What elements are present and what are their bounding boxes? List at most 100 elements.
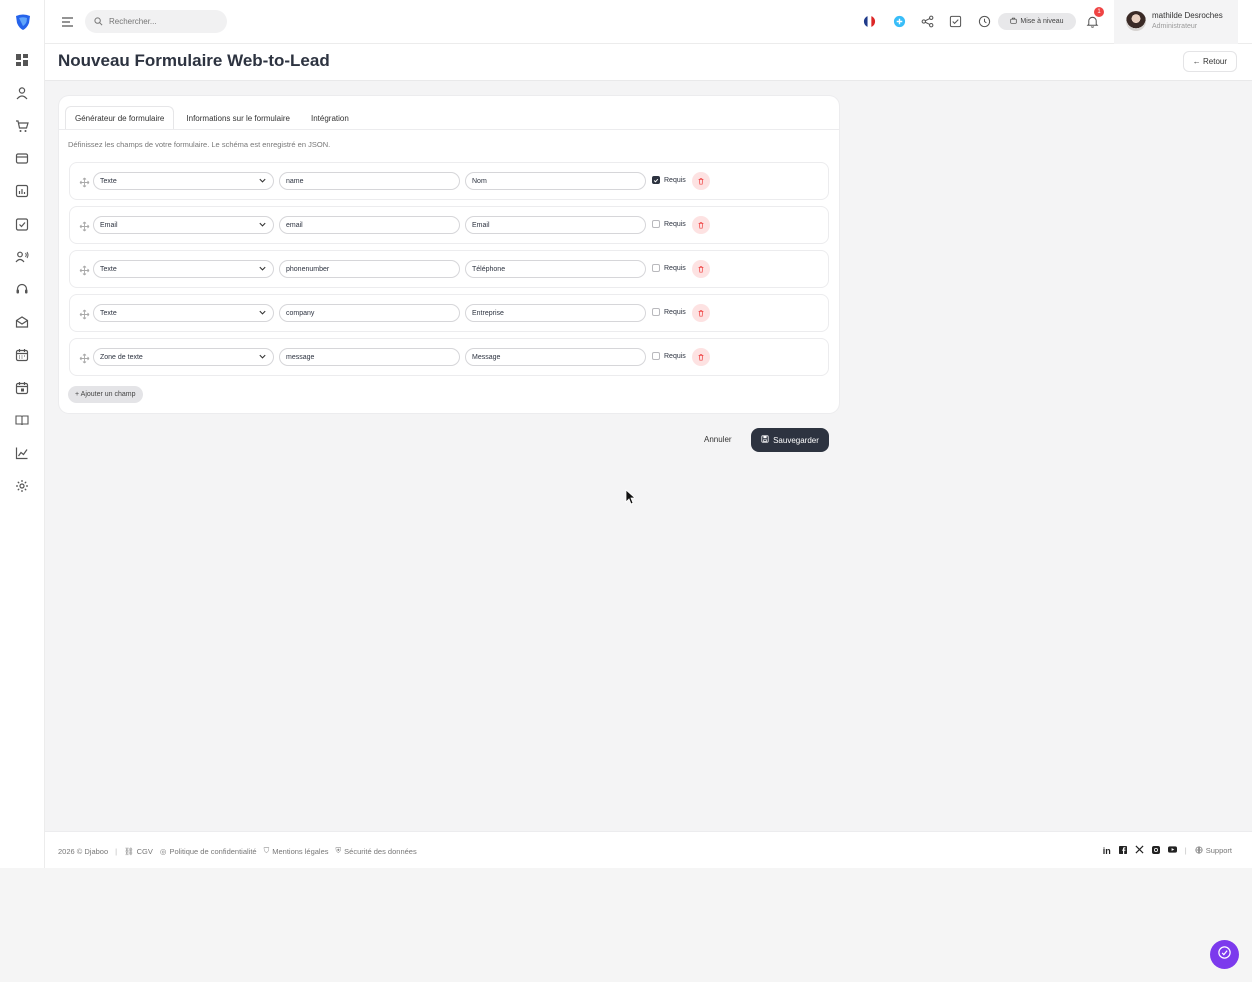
drag-handle-icon[interactable] xyxy=(79,175,90,188)
search-input[interactable] xyxy=(109,17,219,26)
page-background xyxy=(0,868,1252,982)
field-name-input[interactable]: phonenumber xyxy=(279,260,460,278)
drag-handle-icon[interactable] xyxy=(79,263,90,276)
cgv-link[interactable]: ⛓ CGV xyxy=(124,847,153,856)
cgv-label: CGV xyxy=(136,846,153,856)
wallet-icon[interactable] xyxy=(13,149,31,167)
chevron-down-icon xyxy=(258,264,267,275)
back-button[interactable]: ← Retour xyxy=(1182,51,1237,72)
assistant-fab-button[interactable] xyxy=(1210,940,1239,969)
required-checkbox[interactable] xyxy=(652,176,660,184)
field-label-input[interactable]: Téléphone xyxy=(465,260,646,278)
required-label: Requis xyxy=(664,220,686,228)
clock-icon[interactable] xyxy=(977,14,991,28)
leads-icon[interactable] xyxy=(13,248,31,266)
required-checkbox[interactable] xyxy=(652,220,660,228)
footer: 2026 © Djaboo | ⛓ CGV ◎ Politique de confi… xyxy=(45,831,1252,868)
book-icon[interactable] xyxy=(13,411,31,429)
tab-form-info[interactable]: Informations sur le formulaire xyxy=(177,106,299,130)
required-toggle[interactable]: Requis xyxy=(652,176,686,184)
field-type-select[interactable]: Email xyxy=(93,216,274,234)
app-window: Mise à niveau 1 mathilde Desroches Admin… xyxy=(0,0,1252,868)
security-link[interactable]: ⛨ Sécurité des données xyxy=(336,846,417,856)
legal-label: Mentions légales xyxy=(272,846,329,856)
required-checkbox[interactable] xyxy=(652,308,660,316)
privacy-label: Politique de confidentialité xyxy=(169,846,257,856)
delete-field-button[interactable] xyxy=(692,348,710,366)
task-icon[interactable] xyxy=(13,215,31,233)
required-checkbox[interactable] xyxy=(652,264,660,272)
delete-field-button[interactable] xyxy=(692,216,710,234)
upgrade-button[interactable]: Mise à niveau xyxy=(998,13,1076,30)
save-label: Sauvegarder xyxy=(773,435,819,445)
privacy-link[interactable]: ◎ Politique de confidentialité xyxy=(160,847,257,856)
required-label: Requis xyxy=(664,264,686,272)
linkedin-icon[interactable]: in xyxy=(1103,846,1111,856)
add-circle-icon[interactable] xyxy=(892,14,906,28)
cancel-button[interactable]: Annuler xyxy=(699,429,737,450)
required-toggle[interactable]: Requis xyxy=(652,352,686,360)
field-type-select[interactable]: Texte xyxy=(93,172,274,190)
support-label: Support xyxy=(1205,846,1232,855)
menu-toggle-icon[interactable] xyxy=(61,15,75,29)
save-button[interactable]: Sauvegarder xyxy=(751,428,829,452)
delete-field-button[interactable] xyxy=(692,260,710,278)
trash-icon xyxy=(697,172,705,190)
required-toggle[interactable]: Requis xyxy=(652,220,686,228)
calendar-icon[interactable] xyxy=(13,346,31,364)
required-label: Requis xyxy=(664,352,686,360)
handshake-icon: ⛓ xyxy=(124,846,134,856)
field-type-value: Texte xyxy=(100,309,117,317)
report-icon[interactable] xyxy=(13,182,31,200)
share-icon[interactable] xyxy=(920,14,934,28)
facebook-icon[interactable] xyxy=(1118,845,1127,856)
field-name-input[interactable]: email xyxy=(279,216,460,234)
field-name-input[interactable]: company xyxy=(279,304,460,322)
cart-icon[interactable] xyxy=(13,117,31,135)
delete-field-button[interactable] xyxy=(692,172,710,190)
dashboard-icon[interactable] xyxy=(13,51,31,69)
youtube-icon[interactable] xyxy=(1167,845,1177,856)
field-label-input[interactable]: Nom xyxy=(465,172,646,190)
footer-separator: | xyxy=(115,846,118,856)
support-link[interactable]: Support xyxy=(1195,845,1232,856)
legal-link[interactable]: ⛉ Mentions légales xyxy=(264,846,329,856)
required-toggle[interactable]: Requis xyxy=(652,308,686,316)
field-label-input[interactable]: Message xyxy=(465,348,646,366)
field-label-input[interactable]: Entreprise xyxy=(465,304,646,322)
field-row: Zone de texte message Message Requis xyxy=(69,338,829,376)
field-type-select[interactable]: Zone de texte xyxy=(93,348,274,366)
instagram-icon[interactable] xyxy=(1151,845,1160,856)
checkbox-icon[interactable] xyxy=(948,14,962,28)
french-flag-icon[interactable] xyxy=(862,14,876,28)
user-menu[interactable]: mathilde Desroches Administrateur xyxy=(1114,0,1238,44)
field-name-input[interactable]: name xyxy=(279,172,460,190)
user-icon[interactable] xyxy=(13,84,31,102)
app-logo[interactable] xyxy=(13,12,33,32)
mail-icon[interactable] xyxy=(13,313,31,331)
drag-handle-icon[interactable] xyxy=(79,351,90,364)
tabs-divider xyxy=(59,129,839,130)
field-label-input[interactable]: Email xyxy=(465,216,646,234)
field-name-input[interactable]: message xyxy=(279,348,460,366)
required-checkbox[interactable] xyxy=(652,352,660,360)
search-box[interactable] xyxy=(85,10,227,33)
chevron-down-icon xyxy=(258,176,267,187)
x-icon[interactable] xyxy=(1135,845,1144,856)
tab-form-builder[interactable]: Générateur de formulaire xyxy=(65,106,175,130)
drag-handle-icon[interactable] xyxy=(79,307,90,320)
analytics-icon[interactable] xyxy=(13,444,31,462)
field-type-value: Email xyxy=(100,221,118,229)
required-toggle[interactable]: Requis xyxy=(652,264,686,272)
field-type-select[interactable]: Texte xyxy=(93,260,274,278)
event-icon[interactable] xyxy=(13,379,31,397)
delete-field-button[interactable] xyxy=(692,304,710,322)
add-field-button[interactable]: + Ajouter un champ xyxy=(68,386,143,403)
footer-separator: | xyxy=(1184,846,1187,855)
tab-integration[interactable]: Intégration xyxy=(302,106,358,130)
page-header: Nouveau Formulaire Web-to-Lead ← Retour xyxy=(45,44,1252,81)
drag-handle-icon[interactable] xyxy=(79,219,90,232)
support-icon[interactable] xyxy=(13,280,31,298)
settings-icon[interactable] xyxy=(13,477,31,495)
field-type-select[interactable]: Texte xyxy=(93,304,274,322)
